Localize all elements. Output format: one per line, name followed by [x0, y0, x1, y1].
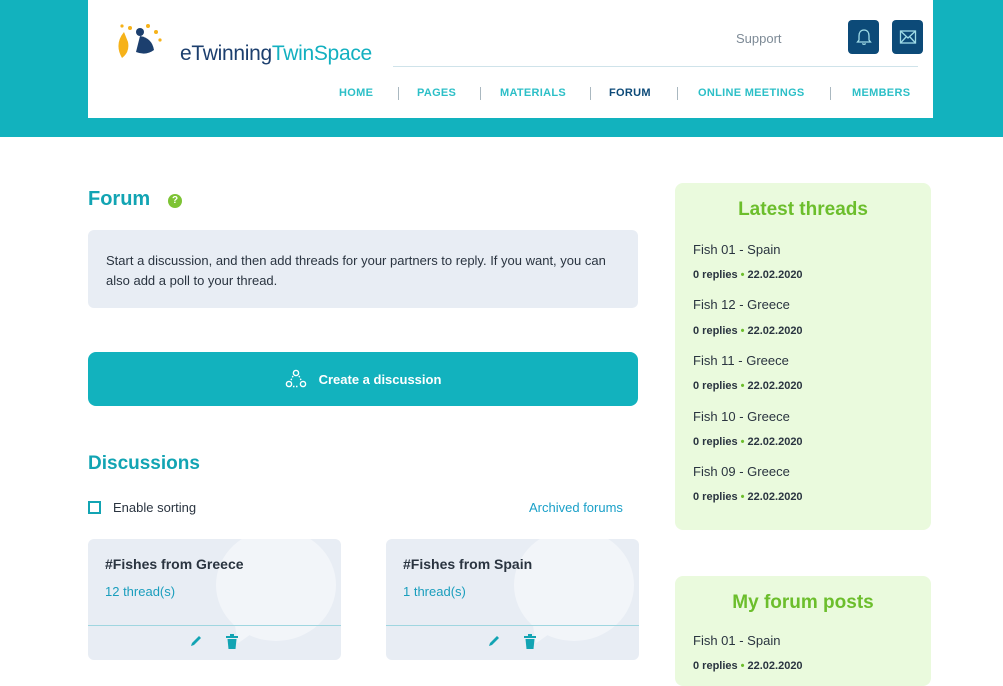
thread-link[interactable]: Fish 01 - Spain: [693, 242, 780, 257]
site-header: eTwinningTwinSpace Support HOME PAGES MA…: [88, 0, 933, 118]
pencil-icon: [489, 636, 499, 646]
thread-meta: 0 replies • 22.02.2020: [693, 380, 803, 392]
thread-date: 22.02.2020: [747, 380, 803, 392]
thread-replies: 0 replies: [693, 325, 738, 337]
meta-separator: •: [740, 436, 745, 448]
thread-link[interactable]: Fish 10 - Greece: [693, 409, 790, 424]
enable-sorting-toggle[interactable]: Enable sorting: [88, 500, 196, 515]
logo-text-twinspace: TwinSpace: [271, 42, 372, 65]
meta-separator: •: [740, 660, 745, 672]
nav-separator: [590, 87, 591, 100]
nav-forum[interactable]: FORUM: [609, 87, 651, 99]
thread-meta: 0 replies • 22.02.2020: [693, 269, 803, 281]
discussions-heading: Discussions: [88, 453, 200, 474]
logo-text-etwinning: eTwinning: [180, 42, 272, 65]
thread-date: 22.02.2020: [747, 436, 803, 448]
pencil-icon: [191, 636, 201, 646]
card-divider: [88, 625, 341, 626]
thread-meta: 0 replies • 22.02.2020: [693, 491, 803, 503]
meta-separator: •: [740, 269, 745, 281]
thread-replies: 0 replies: [693, 380, 738, 392]
thread-meta: 0 replies • 22.02.2020: [693, 660, 803, 672]
sorting-checkbox[interactable]: [88, 501, 101, 514]
logo-wordmark: eTwinningTwinSpace: [180, 42, 372, 66]
thread-date: 22.02.2020: [747, 660, 803, 672]
delete-button[interactable]: [522, 633, 538, 649]
logo-emblem: [118, 24, 162, 58]
create-discussion-button[interactable]: Create a discussion: [88, 352, 638, 406]
nav-separator: [398, 87, 399, 100]
meta-separator: •: [740, 491, 745, 503]
nav-home[interactable]: HOME: [339, 87, 373, 99]
card-actions: [486, 633, 538, 649]
nav-separator: [480, 87, 481, 100]
thread-meta: 0 replies • 22.02.2020: [693, 325, 803, 337]
forum-info-box: Start a discussion, and then add threads…: [88, 230, 638, 308]
meta-separator: •: [740, 325, 745, 337]
thread-replies: 0 replies: [693, 660, 738, 672]
thread-link[interactable]: Fish 01 - Spain: [693, 633, 780, 648]
header-divider: [393, 66, 918, 67]
nav-pages[interactable]: PAGES: [417, 87, 456, 99]
nav-separator: [830, 87, 831, 100]
trash-icon: [524, 633, 536, 649]
card-actions: [188, 633, 240, 649]
edit-button[interactable]: [188, 633, 204, 649]
nav-members[interactable]: MEMBERS: [852, 87, 910, 99]
support-link[interactable]: Support: [736, 31, 782, 46]
edit-button[interactable]: [486, 633, 502, 649]
thread-replies: 0 replies: [693, 436, 738, 448]
my-forum-posts-title: My forum posts: [732, 592, 874, 613]
discussion-title[interactable]: #Fishes from Spain: [403, 556, 532, 572]
notifications-button[interactable]: [848, 20, 879, 54]
nav-materials[interactable]: MATERIALS: [500, 87, 566, 99]
thread-date: 22.02.2020: [747, 325, 803, 337]
trash-icon: [226, 633, 238, 649]
discussion-card[interactable]: #Fishes from Spain 1 thread(s): [386, 539, 639, 660]
thread-meta: 0 replies • 22.02.2020: [693, 436, 803, 448]
discussion-icon: [285, 369, 306, 388]
create-discussion-label: Create a discussion: [318, 371, 442, 387]
envelope-icon: [899, 30, 916, 44]
nav-online-meetings[interactable]: ONLINE MEETINGS: [698, 87, 805, 99]
bell-icon: [855, 29, 872, 45]
meta-separator: •: [740, 380, 745, 392]
latest-threads-panel: Latest threads Fish 01 - Spain 0 replies…: [675, 183, 931, 530]
thread-date: 22.02.2020: [747, 269, 803, 281]
thread-date: 22.02.2020: [747, 491, 803, 503]
nav-separator: [677, 87, 678, 100]
page-title: Forum: [88, 188, 151, 210]
thread-replies: 0 replies: [693, 269, 738, 281]
archived-forums-link[interactable]: Archived forums: [529, 500, 623, 515]
thread-link[interactable]: Fish 11 - Greece: [693, 353, 789, 368]
delete-button[interactable]: [224, 633, 240, 649]
thread-link[interactable]: Fish 12 - Greece: [693, 297, 790, 312]
discussion-title[interactable]: #Fishes from Greece: [105, 556, 244, 572]
help-icon[interactable]: ?: [168, 194, 182, 208]
messages-button[interactable]: [892, 20, 923, 54]
thread-replies: 0 replies: [693, 491, 738, 503]
enable-sorting-label: Enable sorting: [113, 500, 197, 515]
my-forum-posts-panel: My forum posts Fish 01 - Spain 0 replies…: [675, 576, 931, 686]
thread-count: 12 thread(s): [105, 584, 176, 599]
etwinning-logo[interactable]: eTwinningTwinSpace: [110, 22, 400, 66]
forum-info-text: Start a discussion, and then add threads…: [106, 253, 606, 288]
card-divider: [386, 625, 639, 626]
thread-count: 1 thread(s): [403, 584, 466, 599]
discussion-card[interactable]: #Fishes from Greece 12 thread(s): [88, 539, 341, 660]
latest-threads-title: Latest threads: [738, 199, 868, 220]
thread-link[interactable]: Fish 09 - Greece: [693, 464, 790, 479]
main-nav: HOME PAGES MATERIALS FORUM ONLINE MEETIN…: [88, 87, 933, 101]
